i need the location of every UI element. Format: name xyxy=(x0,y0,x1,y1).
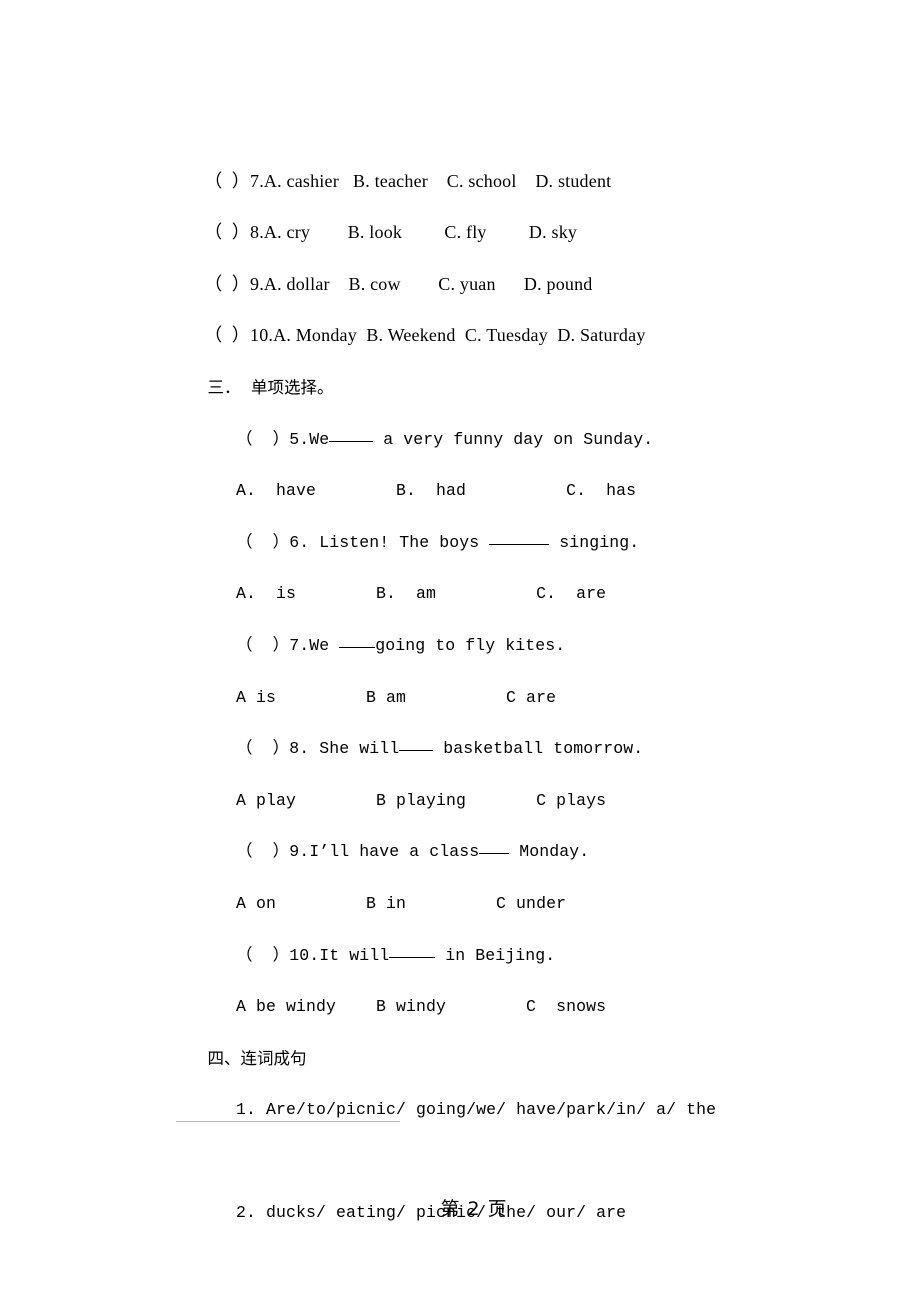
question-6-answer-blank[interactable] xyxy=(489,543,550,545)
question-6-marker: （ ） xyxy=(236,532,290,552)
question-5-number: 5. xyxy=(289,429,310,449)
question-8-options-text: A play B playing C plays xyxy=(236,790,607,810)
matching-item-10-options: A. Monday B. Weekend C. Tuesday D. Satur… xyxy=(273,325,646,346)
section-four-heading-text: 四、连词成句 xyxy=(207,1048,307,1068)
question-10-options-text: A be windy B windy C snows xyxy=(236,997,607,1017)
question-6-stem-before: Listen! The boys xyxy=(309,532,490,552)
matching-item-7: （ ）7.A. cashier B. teacher C. school D. … xyxy=(176,104,796,191)
question-8-number: 8. xyxy=(289,739,310,759)
question-10-marker: （ ） xyxy=(236,945,290,965)
question-6-options-text: A. is B. am C. are xyxy=(236,584,607,604)
question-7-answer-blank[interactable] xyxy=(339,646,376,648)
question-8-answer-blank[interactable] xyxy=(399,750,434,752)
matching-item-10-marker: （ ） xyxy=(204,325,251,346)
worksheet-page: （ ）7.A. cashier B. teacher C. school D. … xyxy=(0,0,920,1302)
question-5-stem-after: a very funny day on Sunday. xyxy=(373,429,654,449)
question-9-marker: （ ） xyxy=(236,842,290,862)
matching-item-8-number: 8. xyxy=(250,222,264,243)
question-7-options-text: A is B am C are xyxy=(236,687,557,707)
matching-item-10-number: 10. xyxy=(250,325,274,346)
question-7-number: 7. xyxy=(289,635,310,655)
matching-item-7-marker: （ ） xyxy=(204,170,251,191)
question-5-stem-before: We xyxy=(309,429,330,449)
section-three-heading-text: 三． 单项选择。 xyxy=(207,377,334,397)
question-10-answer-blank[interactable] xyxy=(389,956,436,958)
question-9-answer-blank[interactable] xyxy=(479,853,510,855)
matching-item-8-marker: （ ） xyxy=(204,222,251,243)
reorder-item-1-answer-rule[interactable] xyxy=(176,1121,400,1123)
question-5-answer-blank[interactable] xyxy=(329,440,374,442)
matching-item-7-options: A. cashier B. teacher C. school D. stude… xyxy=(263,170,612,191)
question-9-options-text: A on B in C under xyxy=(236,893,567,913)
matching-item-9-number: 9. xyxy=(250,273,264,294)
question-9-stem-after: Monday. xyxy=(509,842,590,862)
worksheet-content: （ ）7.A. cashier B. teacher C. school D. … xyxy=(176,104,796,1222)
matching-item-9-marker: （ ） xyxy=(204,273,251,294)
question-8-marker: （ ） xyxy=(236,739,290,759)
question-10-stem-before: It will xyxy=(319,945,390,965)
question-10-stem-after: in Beijing. xyxy=(435,945,556,965)
matching-item-7-number: 7. xyxy=(250,170,264,191)
page-footer: 第 2 页 xyxy=(0,1172,920,1243)
question-9-stem-before: I’ll have a class xyxy=(309,842,480,862)
matching-item-9-options: A. dollar B. cow C. yuan D. pound xyxy=(263,273,593,294)
question-8-stem-after: basketball tomorrow. xyxy=(433,739,644,759)
question-9-number: 9. xyxy=(289,842,310,862)
page-footer-text: 第 2 页 xyxy=(440,1198,508,1220)
reorder-item-1-answer-row xyxy=(176,1084,796,1136)
question-7-stem-before: We xyxy=(309,635,340,655)
question-5-options-text: A. have B. had C. has xyxy=(236,481,637,501)
question-5-marker: （ ） xyxy=(236,429,290,449)
question-7-marker: （ ） xyxy=(236,635,290,655)
question-8-stem-before: She will xyxy=(309,739,400,759)
question-7-stem-after: going to fly kites. xyxy=(375,635,566,655)
question-6-number: 6. xyxy=(289,532,310,552)
question-10-number: 10. xyxy=(289,945,320,965)
matching-item-8-options: A. cry B. look C. fly D. sky xyxy=(263,222,578,243)
question-6-stem-after: singing. xyxy=(549,532,640,552)
